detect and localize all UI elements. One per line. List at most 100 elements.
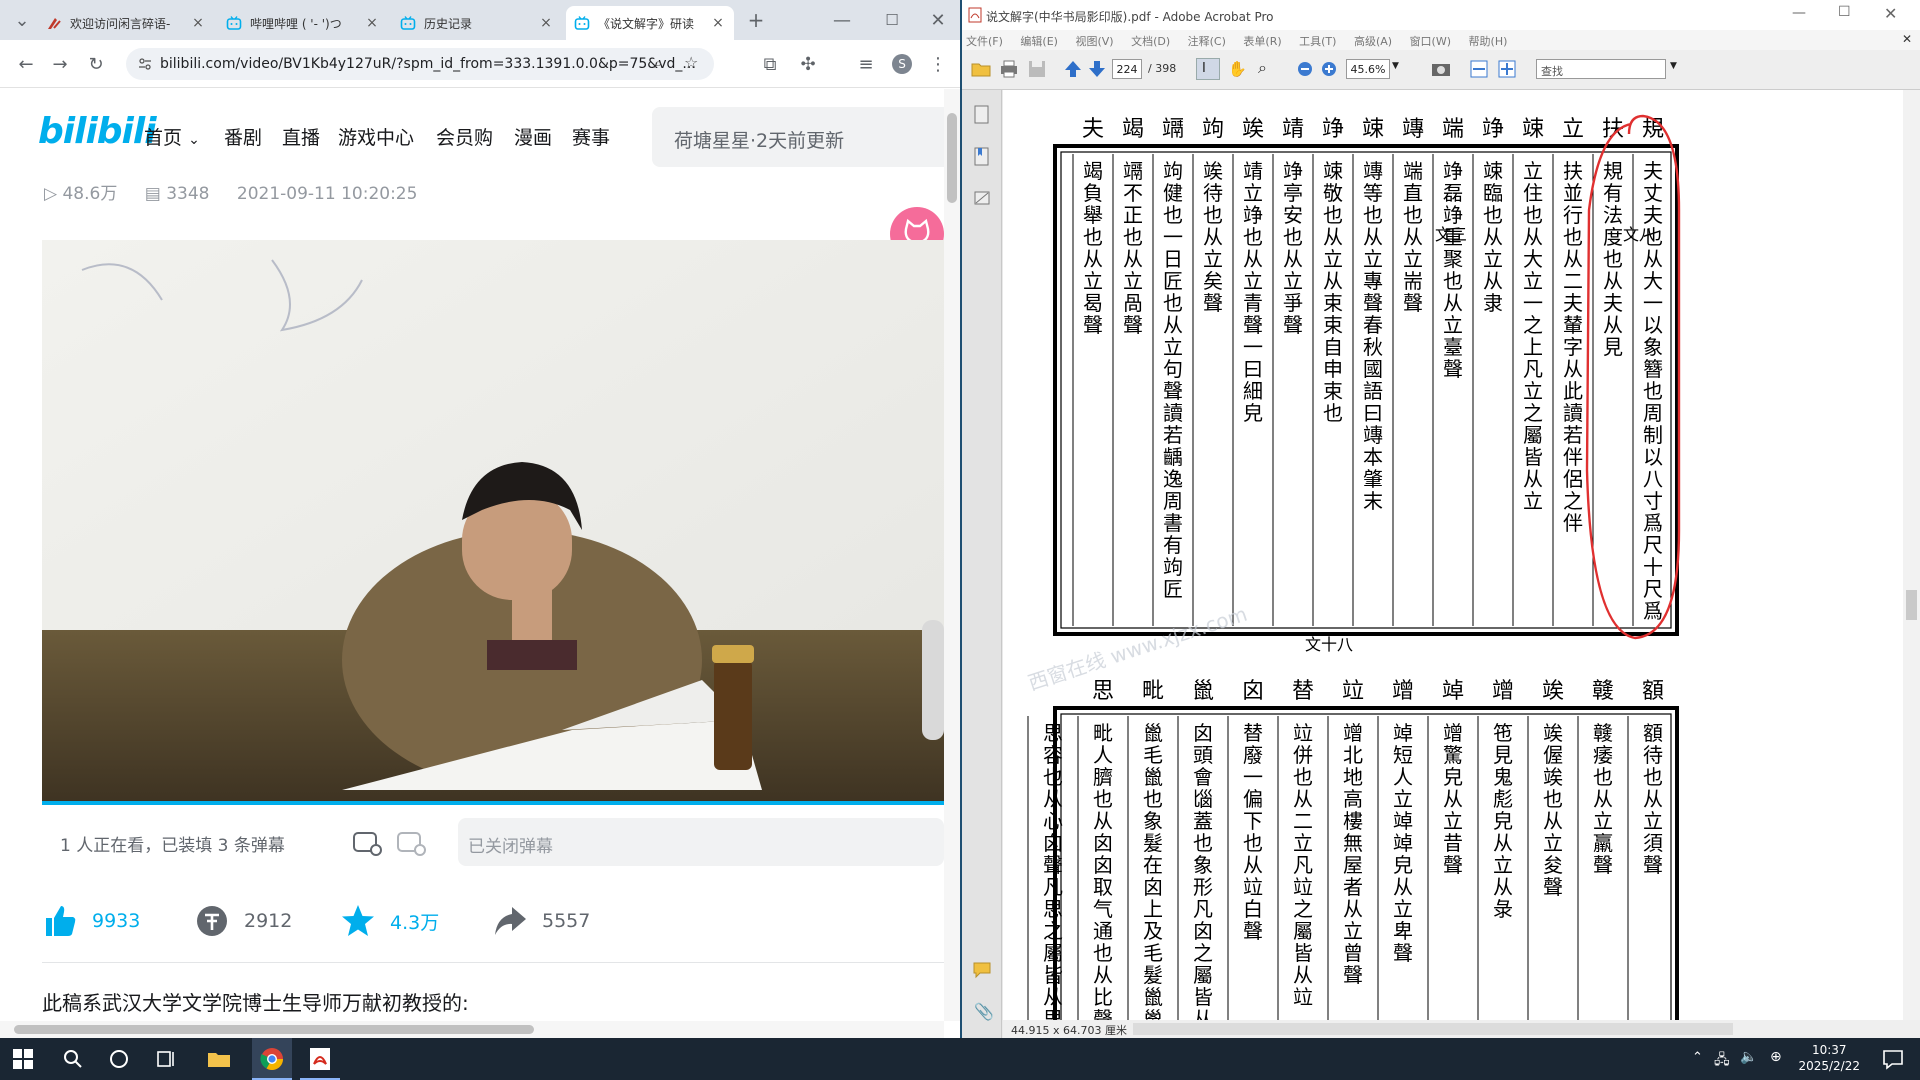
danmaku-input[interactable]: 已关闭弹幕	[458, 818, 944, 866]
video-progress-bar[interactable]	[42, 801, 944, 805]
menu-advanced[interactable]: 高级(A)	[1354, 35, 1392, 48]
tab-shuowen-active[interactable]: 《说文解字》研读 ×	[566, 6, 734, 40]
video-player[interactable]	[42, 240, 944, 803]
volume-icon[interactable]: 🔈	[1740, 1049, 1757, 1065]
windows-start-icon[interactable]	[10, 1046, 36, 1072]
cortana-icon[interactable]	[106, 1046, 132, 1072]
print-icon[interactable]	[998, 58, 1020, 80]
taskbar-acrobat[interactable]	[300, 1038, 340, 1080]
tab-xianyan[interactable]: 欢迎访问闲言碎语- ×	[38, 6, 214, 40]
find-input[interactable]: 查找	[1536, 59, 1666, 79]
attachments-panel-icon[interactable]: 📎	[974, 1002, 994, 1021]
nav-esports[interactable]: 赛事	[572, 123, 610, 150]
tab-search-icon[interactable]: ⌄	[10, 8, 34, 32]
danmaku-settings-icon[interactable]	[396, 830, 426, 856]
reading-list-icon[interactable]: ≡	[854, 52, 878, 76]
zoom-icon[interactable]: ⌕	[654, 54, 662, 72]
extensions-icon[interactable]: ✣	[796, 52, 820, 76]
comments-panel-icon[interactable]	[972, 960, 992, 980]
task-view-icon[interactable]	[154, 1046, 180, 1072]
address-bar[interactable]: bilibili.com/video/BV1Kb4y127uR/?spm_id_…	[126, 48, 714, 80]
menu-edit[interactable]: 编辑(E)	[1020, 35, 1058, 48]
search-input[interactable]: 荷塘星星·2天前更新	[652, 107, 944, 167]
danmaku-toggle-icon[interactable]	[352, 830, 382, 856]
find-dropdown-icon[interactable]: ▼	[1670, 61, 1677, 71]
maximize-button[interactable]: ☐	[1838, 4, 1851, 20]
pages-panel-icon[interactable]	[972, 104, 992, 126]
signatures-panel-icon[interactable]	[972, 188, 992, 210]
menu-icon[interactable]: ⋮	[926, 52, 950, 76]
fit-width-icon[interactable]	[1468, 58, 1490, 80]
search-icon[interactable]	[60, 1046, 86, 1072]
tab-close-icon[interactable]: ×	[364, 15, 380, 31]
scroll-thumb[interactable]	[947, 113, 957, 203]
menu-forms[interactable]: 表单(R)	[1243, 35, 1281, 48]
tab-bilibili-home[interactable]: 哔哩哔哩 ( '- ')つ ×	[218, 6, 388, 40]
site-info-icon[interactable]	[138, 57, 152, 71]
tab-close-icon[interactable]: ×	[190, 15, 206, 31]
profile-avatar[interactable]: S	[890, 52, 914, 76]
input-method-icon[interactable]: ⊕	[1770, 1049, 1782, 1065]
notification-center-icon[interactable]	[1880, 1046, 1906, 1072]
taskbar-chrome-active[interactable]	[252, 1038, 292, 1080]
tab-groups-icon[interactable]: ⧉	[758, 52, 782, 76]
menu-comments[interactable]: 注释(C)	[1188, 35, 1226, 48]
minimize-button[interactable]: —	[1792, 5, 1806, 21]
zoom-dropdown-icon[interactable]: ▼	[1392, 61, 1399, 71]
menu-tools[interactable]: 工具(T)	[1299, 35, 1336, 48]
system-clock[interactable]: 10:37 2025/2/22	[1798, 1042, 1860, 1074]
close-document-icon[interactable]: ✕	[1902, 32, 1912, 46]
open-folder-icon[interactable]	[970, 58, 992, 80]
document-view[interactable]: 規扶立竦竫端竱竦竫靖竢竘竵竭夫夫丈夫也从大一以象簪也周制以八寸爲尺十尺爲規有法度…	[1003, 90, 1903, 1020]
tab-close-icon[interactable]: ×	[538, 15, 554, 31]
page-vertical-scrollbar[interactable]	[944, 89, 960, 1021]
bookmarks-panel-icon[interactable]	[972, 146, 992, 168]
fit-page-icon[interactable]	[1496, 58, 1518, 80]
nav-manga[interactable]: 漫画	[514, 123, 552, 150]
zoom-in-icon[interactable]	[1318, 58, 1340, 80]
document-vertical-scrollbar[interactable]	[1903, 90, 1920, 1020]
zoom-out-icon[interactable]	[1294, 58, 1316, 80]
marquee-zoom-icon[interactable]: ⌕	[1258, 58, 1267, 78]
bilibili-logo[interactable]: bilibili	[38, 111, 157, 163]
network-icon[interactable]: 🖧	[1714, 1049, 1730, 1073]
next-page-icon[interactable]	[1086, 58, 1108, 80]
menu-window[interactable]: 窗口(W)	[1410, 35, 1451, 48]
nav-mall[interactable]: 会员购	[436, 123, 493, 150]
file-explorer-icon[interactable]	[206, 1046, 232, 1072]
tab-history[interactable]: 历史记录 ×	[392, 6, 562, 40]
maximize-button[interactable]: ☐	[880, 8, 904, 32]
menu-file[interactable]: 文件(F)	[966, 35, 1003, 48]
share-button[interactable]: 5557	[492, 903, 590, 939]
coin-button[interactable]: 2912	[194, 903, 292, 939]
scroll-thumb[interactable]	[1906, 590, 1917, 620]
tab-close-icon[interactable]: ×	[710, 15, 726, 31]
close-window-button[interactable]: ✕	[926, 8, 950, 32]
menu-document[interactable]: 文档(D)	[1131, 35, 1170, 48]
nav-home[interactable]: 首页 ⌄	[144, 123, 200, 150]
show-hidden-icons-icon[interactable]: ⌃	[1692, 1050, 1703, 1065]
new-tab-button[interactable]: +	[744, 8, 768, 32]
nav-bangumi[interactable]: 番剧	[224, 123, 262, 150]
like-button[interactable]: 9933	[42, 903, 140, 939]
zoom-level-input[interactable]: 45.6%	[1346, 59, 1390, 79]
nav-game-center[interactable]: 游戏中心	[338, 123, 414, 150]
menu-help[interactable]: 帮助(H)	[1469, 35, 1508, 48]
scroll-thumb[interactable]	[14, 1025, 534, 1034]
minimize-button[interactable]: —	[830, 8, 854, 32]
hand-tool-icon[interactable]: ✋	[1228, 60, 1247, 78]
save-icon[interactable]	[1026, 58, 1048, 80]
menu-view[interactable]: 视图(V)	[1075, 35, 1113, 48]
bookmark-star-icon[interactable]: ☆	[684, 53, 698, 72]
snapshot-icon[interactable]	[1430, 58, 1452, 80]
page-horizontal-scrollbar[interactable]	[0, 1021, 944, 1038]
previous-page-icon[interactable]	[1062, 58, 1084, 80]
page-number-input[interactable]: 224	[1112, 59, 1142, 79]
favorite-button[interactable]: 4.3万	[340, 903, 439, 939]
nav-live[interactable]: 直播	[282, 123, 320, 150]
back-button[interactable]: ←	[14, 52, 38, 76]
document-horizontal-scrollbar[interactable]	[1133, 1023, 1733, 1035]
close-window-button[interactable]: ✕	[1884, 4, 1897, 23]
forward-button[interactable]: →	[48, 52, 72, 76]
select-text-tool[interactable]: I	[1196, 58, 1220, 80]
